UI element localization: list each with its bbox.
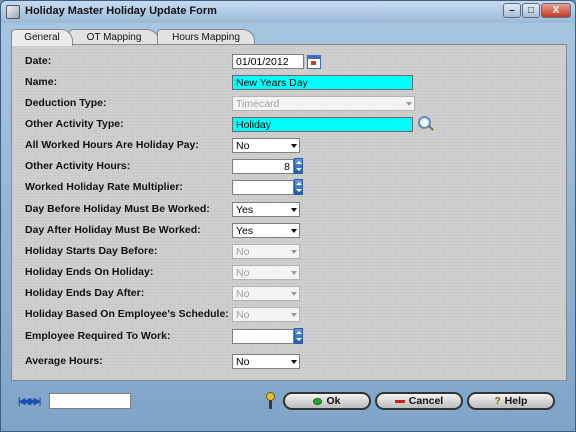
app-icon xyxy=(6,5,20,19)
date-label: Date: xyxy=(25,55,52,67)
deduction-type-label: Deduction Type: xyxy=(25,97,107,109)
ends-day-after-select: No xyxy=(232,286,300,301)
window-controls: – □ X xyxy=(503,3,571,18)
minimize-button[interactable]: – xyxy=(503,3,521,18)
chevron-down-icon xyxy=(291,144,297,148)
other-activity-type-label: Other Activity Type: xyxy=(25,118,124,130)
ok-button[interactable]: Ok xyxy=(283,392,371,410)
title-bar: Holiday Master Holiday Update Form – □ X xyxy=(1,1,575,23)
chevron-down-icon xyxy=(291,229,297,233)
chevron-down-icon xyxy=(291,250,297,254)
day-after-must-work-value: Yes xyxy=(236,225,254,237)
chevron-down-icon xyxy=(291,271,297,275)
tab-hours-mapping[interactable]: Hours Mapping xyxy=(157,29,255,45)
employee-required-label: Employee Required To Work: xyxy=(25,330,171,342)
starts-day-before-value: No xyxy=(236,246,250,258)
other-activity-hours-label: Other Activity Hours: xyxy=(25,160,131,172)
name-input[interactable]: New Years Day xyxy=(232,75,413,90)
maximize-button[interactable]: □ xyxy=(522,3,540,18)
holiday-update-window: Holiday Master Holiday Update Form – □ X… xyxy=(0,0,576,432)
ok-icon xyxy=(313,397,323,405)
help-icon: ? xyxy=(494,395,501,407)
average-hours-label: Average Hours: xyxy=(25,355,103,367)
ok-label: Ok xyxy=(326,395,341,407)
chevron-down-icon xyxy=(291,360,297,364)
day-after-must-work-select[interactable]: Yes xyxy=(232,223,300,238)
calendar-icon[interactable] xyxy=(307,55,321,69)
average-hours-select[interactable]: No xyxy=(232,354,300,369)
starts-day-before-select: No xyxy=(232,244,300,259)
name-label: Name: xyxy=(25,76,58,88)
employee-required-input[interactable] xyxy=(232,329,294,344)
day-before-must-work-label: Day Before Holiday Must Be Worked: xyxy=(25,203,210,215)
other-activity-type-input[interactable]: Holiday xyxy=(232,117,413,132)
starts-day-before-label: Holiday Starts Day Before: xyxy=(25,245,158,257)
based-on-schedule-value: No xyxy=(236,309,250,321)
ends-day-after-value: No xyxy=(236,288,250,300)
deduction-type-select: Timecard xyxy=(232,96,415,111)
cancel-icon xyxy=(394,399,405,403)
spinner-icon[interactable] xyxy=(294,328,303,344)
day-before-must-work-value: Yes xyxy=(236,204,254,216)
based-on-schedule-label: Holiday Based On Employee's Schedule: xyxy=(25,308,229,320)
chevron-down-icon xyxy=(291,292,297,296)
help-label: Help xyxy=(504,395,528,407)
day-after-must-work-label: Day After Holiday Must Be Worked: xyxy=(25,224,201,236)
ends-day-after-label: Holiday Ends Day After: xyxy=(25,287,145,299)
general-panel: Date: 01/01/2012 Name: New Years Day Ded… xyxy=(11,44,567,381)
close-button[interactable]: X xyxy=(541,3,571,18)
date-input[interactable]: 01/01/2012 xyxy=(232,54,304,69)
spinner-icon[interactable] xyxy=(294,179,303,195)
tab-general[interactable]: General xyxy=(11,29,73,46)
window-title: Holiday Master Holiday Update Form xyxy=(25,5,217,17)
day-before-must-work-select[interactable]: Yes xyxy=(232,202,300,217)
tab-ot-mapping[interactable]: OT Mapping xyxy=(69,29,159,45)
spinner-icon[interactable] xyxy=(294,158,303,174)
chevron-down-icon xyxy=(406,102,412,106)
chevron-down-icon xyxy=(291,313,297,317)
record-nav-icons[interactable]: |◀◀ ▶▶| xyxy=(18,396,41,407)
key-icon[interactable] xyxy=(266,392,275,410)
deduction-type-value: Timecard xyxy=(236,98,280,110)
all-worked-holiday-pay-label: All Worked Hours Are Holiday Pay: xyxy=(25,139,199,151)
cancel-button[interactable]: Cancel xyxy=(375,392,463,410)
ends-on-holiday-label: Holiday Ends On Holiday: xyxy=(25,266,154,278)
ends-on-holiday-select: No xyxy=(232,265,300,280)
magnifier-icon[interactable] xyxy=(418,116,431,129)
ends-on-holiday-value: No xyxy=(236,267,250,279)
cancel-label: Cancel xyxy=(408,395,444,407)
footer-bar: |◀◀ ▶▶| Ok Cancel ? Help xyxy=(11,384,567,428)
average-hours-value: No xyxy=(236,356,250,368)
help-button[interactable]: ? Help xyxy=(467,392,555,410)
record-number-input[interactable] xyxy=(49,393,131,409)
based-on-schedule-select: No xyxy=(232,307,300,322)
worked-holiday-rate-multiplier-input[interactable] xyxy=(232,180,294,195)
all-worked-holiday-pay-select[interactable]: No xyxy=(232,138,300,153)
chevron-down-icon xyxy=(291,208,297,212)
other-activity-hours-input[interactable]: 8 xyxy=(232,159,294,174)
all-worked-holiday-pay-value: No xyxy=(236,140,250,152)
worked-holiday-rate-multiplier-label: Worked Holiday Rate Multiplier: xyxy=(25,181,183,193)
